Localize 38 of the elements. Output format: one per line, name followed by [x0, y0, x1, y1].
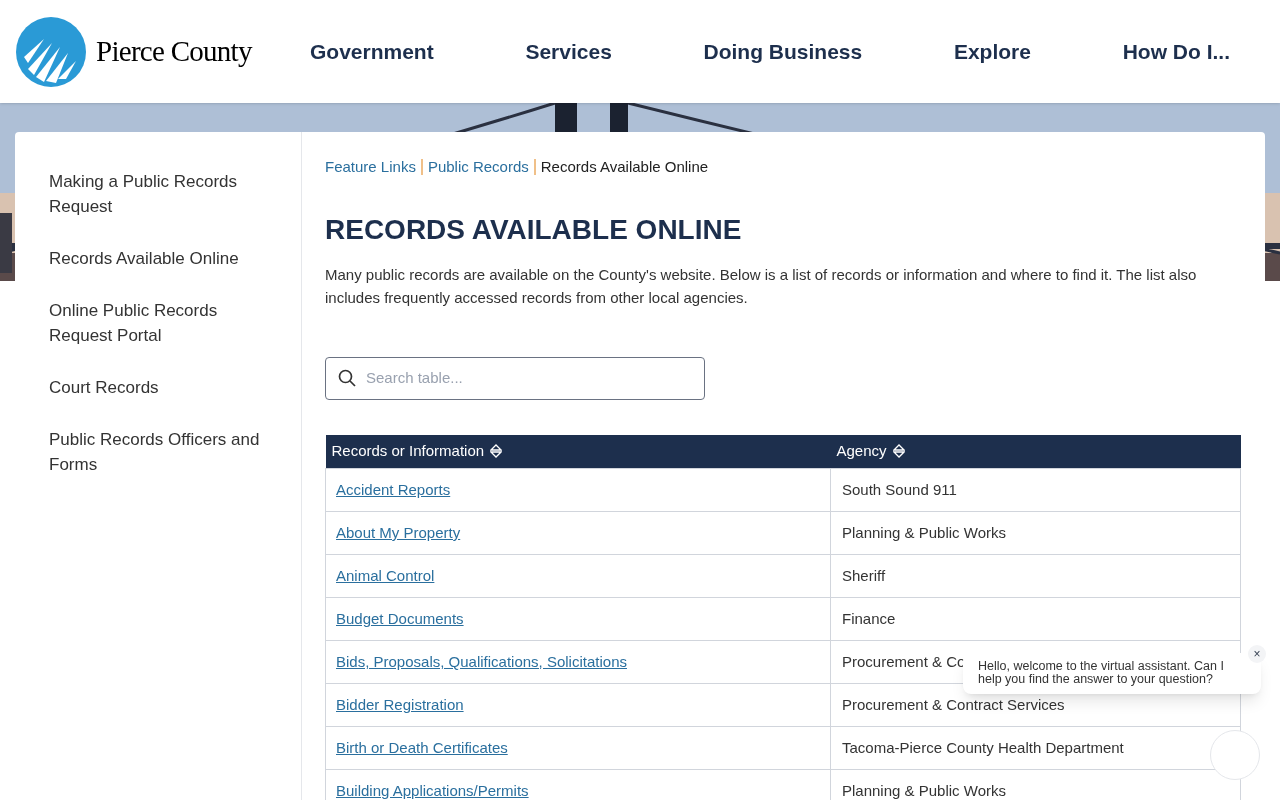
sidebar-link[interactable]: Court Records	[49, 375, 281, 400]
agency-cell: Tacoma-Pierce County Health Department	[842, 738, 1124, 756]
breadcrumb-current: Records Available Online	[540, 157, 709, 177]
sidebar-link[interactable]: Making a Public Records Request	[49, 169, 281, 219]
record-link[interactable]: Birth or Death Certificates	[336, 738, 508, 756]
record-link[interactable]: Budget Documents	[336, 609, 464, 627]
sort-icon	[892, 444, 905, 459]
agency-cell: Sheriff	[842, 566, 886, 584]
logo-text[interactable]: Pierce County	[96, 29, 252, 74]
column-header[interactable]: Agency	[836, 440, 905, 463]
nav-link[interactable]: How Do I...	[1122, 35, 1230, 68]
search-field[interactable]: Search table...	[325, 356, 705, 400]
logo-icon[interactable]	[16, 16, 86, 87]
agency-cell: Finance	[842, 609, 896, 627]
agency-cell: Planning & Public Works	[842, 523, 1006, 541]
column-header[interactable]: Records or Information	[331, 440, 503, 463]
sort-icon	[490, 444, 503, 459]
agency-cell: Planning & Public Works	[842, 781, 1006, 799]
record-link[interactable]: Accident Reports	[336, 480, 451, 498]
sidebar-link[interactable]: Online Public Records Request Portal	[49, 298, 281, 348]
record-link[interactable]: About My Property	[336, 523, 461, 541]
record-link[interactable]: Bidder Registration	[336, 695, 464, 713]
intro-paragraph: Many public records are available on the County's website. Below is a list of records or information and where to find it. The list also includes frequently accessed records from other local agencies.	[325, 264, 1198, 308]
nav-link[interactable]: Explore	[953, 35, 1031, 68]
nav-link[interactable]: Services	[525, 35, 612, 68]
agency-cell: Procurement & Contract Services	[842, 695, 1065, 713]
breadcrumb-link[interactable]: Public Records	[427, 156, 529, 179]
nav-link[interactable]: Doing Business	[703, 35, 863, 68]
breadcrumb-link[interactable]: Feature Links	[325, 156, 416, 179]
sidebar-link[interactable]: Records Available Online	[49, 246, 281, 271]
agency-cell: South Sound 911	[842, 480, 957, 498]
sidebar-link[interactable]: Public Records Officers and Forms	[49, 427, 281, 477]
nav-link[interactable]: Government	[310, 35, 434, 68]
search-input[interactable]: Search table...	[366, 366, 692, 390]
search-icon	[338, 369, 356, 387]
page-title: RECORDS AVAILABLE ONLINE	[325, 212, 743, 247]
record-link[interactable]: Animal Control	[336, 566, 435, 584]
chat-message: Hello, welcome to the virtual assistant. Can I help you find the answer to your question?	[978, 660, 1225, 686]
